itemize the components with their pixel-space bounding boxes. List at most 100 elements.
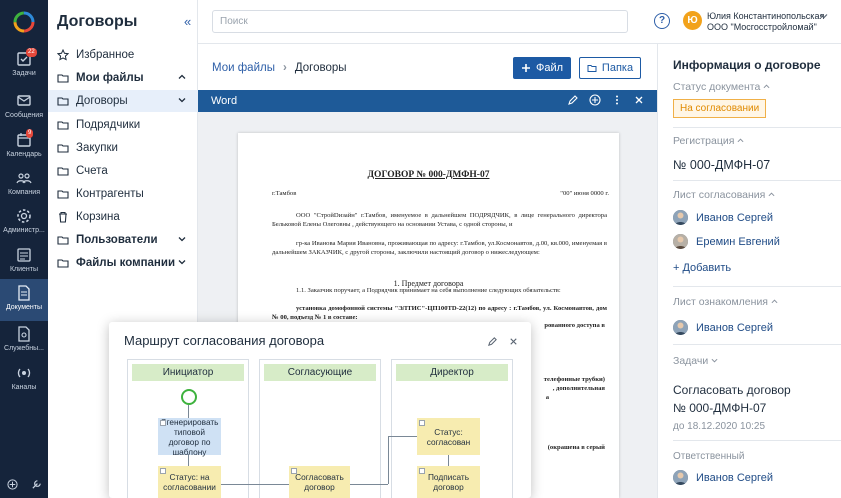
add-circle-icon[interactable] [6, 477, 18, 495]
flow-step-label: Сгенерировать типовой договор по шаблону [160, 416, 219, 457]
add-folder-button[interactable]: Папка [579, 57, 641, 79]
flow-step-label: Согласовать договор [295, 472, 344, 492]
document-city: г.Тамбов [272, 190, 297, 197]
nav-item-invoices[interactable]: Счета [48, 160, 198, 182]
rail-item-messages[interactable]: Сообщения [0, 87, 48, 129]
tasks-label: Задачи [673, 355, 709, 367]
nav-title: Договоры [57, 13, 138, 30]
rail-item-label: Каналы [11, 384, 37, 391]
document-title: ДОГОВОР № 000-ДМФН-07 [367, 170, 490, 180]
nav-item-label: Счета [76, 165, 108, 177]
folder-icon [57, 164, 71, 178]
rail-item-channels[interactable]: Каналы [0, 359, 48, 401]
edit-pencil-icon[interactable] [567, 94, 579, 106]
add-circle-icon[interactable] [589, 94, 601, 106]
rail-item-service[interactable]: Служебны... [0, 320, 48, 362]
chevron-down-icon[interactable] [178, 258, 186, 266]
user-info[interactable]: Юлия Константинопольская ООО "Мосгосстро… [707, 11, 824, 33]
chevron-up-icon[interactable] [178, 73, 186, 81]
chevron-down-icon[interactable] [178, 235, 186, 243]
rail-item-documents[interactable]: Документы [0, 279, 48, 321]
user-avatar[interactable]: Ю [683, 11, 702, 30]
rail-item-admin[interactable]: Администр... [0, 202, 48, 244]
status-section-label[interactable]: Статус документа [673, 81, 770, 93]
word-viewer-bar: Word [198, 90, 657, 112]
flow-step-status-approval[interactable]: Статус: на согласовании [158, 466, 221, 498]
responsible-person[interactable]: Иванов Сергей [673, 470, 773, 485]
star-icon [57, 48, 71, 62]
flow-step-approve[interactable]: Согласовать договор [289, 466, 350, 498]
nav-item-trash[interactable]: Корзина [48, 206, 198, 228]
task-icon [419, 468, 425, 474]
nav-item-purchases[interactable]: Закупки [48, 137, 198, 159]
collapse-sidebar-icon[interactable]: « [184, 14, 191, 29]
help-icon[interactable]: ? [654, 13, 670, 29]
flow-step-status-approved[interactable]: Статус: согласован [417, 418, 480, 455]
breadcrumb-root[interactable]: Мои файлы [212, 62, 275, 74]
nav-item-counterparties[interactable]: Контрагенты [48, 183, 198, 205]
flow-connector [388, 436, 417, 437]
task-due-date: до 18.12.2020 10:25 [673, 421, 766, 432]
app-logo-icon[interactable] [12, 10, 36, 34]
reviewer[interactable]: Иванов Сергей [673, 320, 773, 335]
registration-section-label[interactable]: Регистрация [673, 135, 744, 147]
close-icon[interactable] [633, 94, 645, 106]
rail-item-calendar[interactable]: 9 Календарь [0, 126, 48, 168]
wrench-icon[interactable] [31, 477, 42, 495]
nav-item-users[interactable]: Пользователи [48, 229, 198, 251]
status-badge[interactable]: На согласовании [673, 99, 767, 118]
task-title[interactable]: Согласовать договор [673, 383, 791, 397]
nav-item-label: Избранное [76, 49, 135, 61]
responsible-label: Ответственный [673, 451, 745, 462]
nav-item-label: Файлы компании [76, 257, 176, 269]
close-icon[interactable] [508, 336, 519, 347]
nav-item-label: Контрагенты [76, 188, 144, 200]
divider [673, 344, 841, 345]
add-file-button[interactable]: Файл [513, 57, 571, 79]
flow-step-generate[interactable]: Сгенерировать типовой договор по шаблону [158, 416, 221, 457]
search-input[interactable]: Поиск [212, 10, 628, 33]
add-approver-button[interactable]: + Добавить [673, 262, 731, 274]
rail-item-company[interactable]: Компания [0, 164, 48, 206]
rail-item-tasks[interactable]: 22 Задачи [0, 45, 48, 87]
more-vertical-icon[interactable] [611, 94, 623, 106]
lane-header: Директор [396, 364, 508, 381]
edit-pencil-icon[interactable] [487, 336, 498, 347]
chevron-down-icon[interactable] [820, 12, 828, 20]
registration-label: Регистрация [673, 135, 735, 147]
lane-header: Согласующие [264, 364, 376, 381]
flow-step-label: Статус: на согласовании [163, 472, 216, 492]
rail-item-label: Администр... [3, 227, 45, 234]
review-section-label[interactable]: Лист ознакомления [673, 296, 778, 308]
document-date: "00" июня 0000 г. [560, 190, 609, 197]
chevron-down-icon[interactable] [178, 96, 186, 104]
flow-start-node[interactable] [181, 389, 197, 405]
flow-connector [188, 455, 189, 466]
divider [673, 286, 841, 287]
top-bar: Поиск ? Ю Юлия Константинопольская ООО "… [198, 0, 841, 44]
approver[interactable]: Иванов Сергей [673, 210, 773, 225]
nav-item-label: Закупки [76, 142, 118, 154]
registration-number: № 000-ДМФН-07 [673, 158, 771, 172]
nav-item-favorites[interactable]: Избранное [48, 44, 198, 66]
nav-item-contractors[interactable]: Подрядчики [48, 114, 198, 136]
nav-item-contracts[interactable]: Договоры [48, 90, 198, 112]
company-icon [16, 170, 32, 186]
task-icon [291, 468, 297, 474]
approval-section-label[interactable]: Лист согласования [673, 189, 775, 201]
approver-name: Иванов Сергей [696, 211, 774, 224]
app-rail: 22 Задачи Сообщения 9 Календарь Компания… [0, 0, 48, 498]
nav-item-company-files[interactable]: Файлы компании [48, 252, 198, 274]
flow-step-sign[interactable]: Подписать договор [417, 466, 480, 498]
clients-icon [16, 247, 32, 263]
approver-name: Еремин Евгений [696, 235, 780, 248]
approver[interactable]: Еремин Евгений [673, 234, 780, 249]
document-fragment: а [545, 394, 549, 401]
avatar [673, 234, 688, 249]
user-name: Юлия Константинопольская [707, 11, 825, 21]
folder-icon [57, 233, 71, 247]
rail-item-clients[interactable]: Клиенты [0, 241, 48, 283]
tasks-section-label[interactable]: Задачи [673, 355, 718, 367]
nav-item-my-files[interactable]: Мои файлы [48, 67, 198, 89]
nav-item-label: Договоры [76, 95, 128, 107]
